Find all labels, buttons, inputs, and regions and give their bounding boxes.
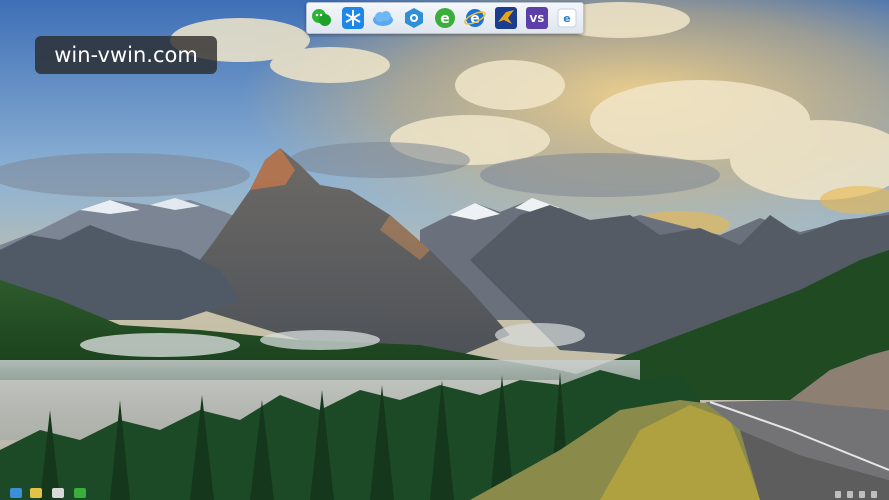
cloud-icon[interactable] [371, 6, 395, 30]
browser-e-green-icon[interactable]: e [433, 6, 457, 30]
tray-icon[interactable] [835, 491, 841, 498]
tray-icon[interactable] [859, 491, 865, 498]
hex-gear-icon[interactable] [402, 6, 426, 30]
app-icon[interactable] [52, 488, 64, 498]
watermark-label: win-vwin.com [35, 36, 217, 74]
small-e-icon[interactable]: e [555, 6, 579, 30]
quick-launch-dock: e e VS e [306, 2, 584, 34]
bird-app-icon[interactable] [494, 6, 518, 30]
start-icon[interactable] [10, 488, 22, 498]
folder-icon[interactable] [30, 488, 42, 498]
browser-taskbar-icon[interactable] [74, 488, 86, 498]
wechat-icon[interactable] [310, 6, 334, 30]
visual-studio-icon[interactable]: VS [525, 6, 549, 30]
svg-text:e: e [440, 11, 450, 27]
snowflake-app-icon[interactable] [341, 6, 365, 30]
internet-explorer-icon[interactable]: e [463, 6, 487, 30]
svg-text:e: e [563, 12, 570, 25]
desktop-wallpaper [0, 0, 889, 500]
taskbar-left-icons [0, 486, 100, 500]
system-tray [825, 487, 885, 498]
tray-icon[interactable] [847, 491, 853, 498]
svg-text:VS: VS [530, 14, 545, 25]
tray-icon[interactable] [871, 491, 877, 498]
